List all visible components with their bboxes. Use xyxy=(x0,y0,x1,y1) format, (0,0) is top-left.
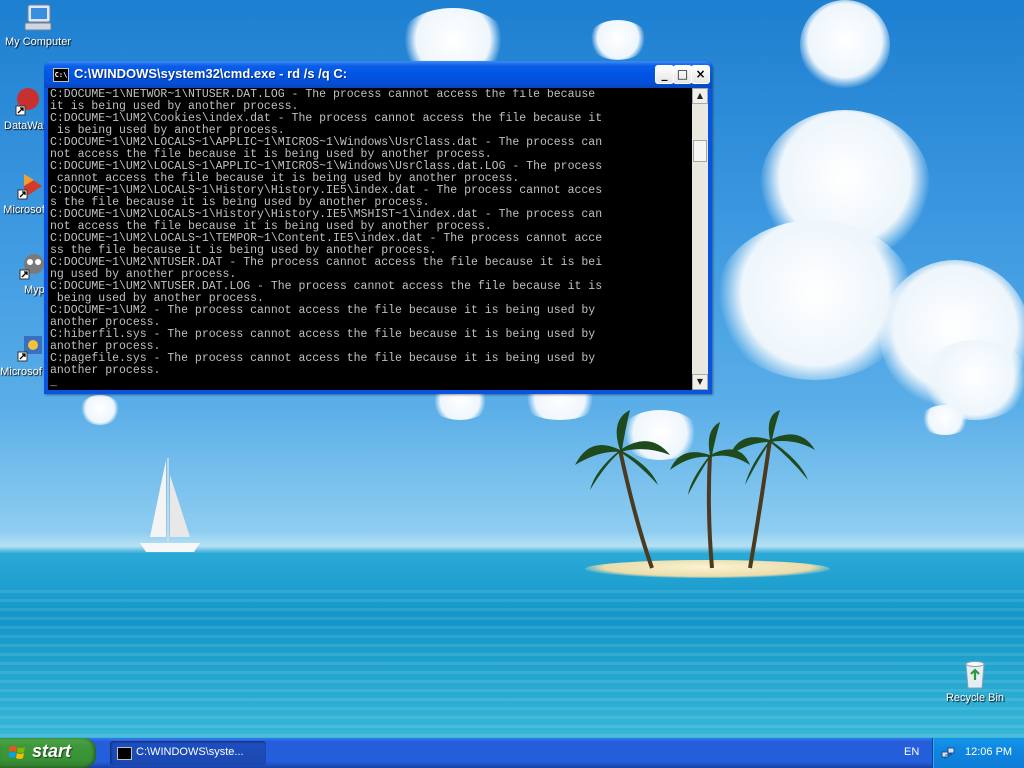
system-tray: 12:06 PM xyxy=(932,738,1024,768)
cloud xyxy=(80,395,120,425)
cloud xyxy=(920,405,970,435)
scroll-up-button[interactable]: ▲ xyxy=(692,88,708,104)
cmd-window[interactable]: C:\ C:\WINDOWS\system32\cmd.exe - rd /s … xyxy=(44,61,712,394)
window-title: C:\WINDOWS\system32\cmd.exe - rd /s /q C… xyxy=(74,66,348,81)
desktop-icon-label: Myp xyxy=(24,284,45,296)
recycle-bin-icon xyxy=(965,661,985,689)
cmd-icon: C:\ xyxy=(53,68,69,82)
network-icon[interactable] xyxy=(941,746,955,760)
windows-logo-icon xyxy=(9,746,25,759)
console-line: _ xyxy=(50,376,57,388)
scroll-down-button[interactable]: ▼ xyxy=(692,374,708,390)
cloud xyxy=(800,0,890,90)
visual-cpp-shortcut-icon xyxy=(17,174,42,200)
visual-basic-shortcut-icon xyxy=(17,336,42,362)
console-line: another process. xyxy=(50,364,161,377)
window-titlebar[interactable]: C:\ C:\WINDOWS\system32\cmd.exe - rd /s … xyxy=(44,61,712,88)
vertical-scrollbar[interactable]: ▲ ▼ xyxy=(692,88,708,390)
console-area[interactable]: C:DOCUME~1\NETWOR~1\NTUSER.DAT.LOG - The… xyxy=(48,88,708,390)
taskbar: start C:\WINDOWS\syste... EN 12:06 PM xyxy=(0,738,1024,768)
desktop: My Computer DataWa Microsof C++ Myp Micr… xyxy=(0,0,1024,738)
clock[interactable]: 12:06 PM xyxy=(965,746,1012,758)
sea-reflection xyxy=(0,590,1024,738)
language-indicator[interactable]: EN xyxy=(904,746,919,758)
recycle-bin-label: Recycle Bin xyxy=(945,692,1005,704)
desktop-icon-my-computer[interactable]: My Computer xyxy=(0,2,76,48)
taskbar-button-label: C:\WINDOWS\syste... xyxy=(136,746,244,758)
minimize-button[interactable]: _ xyxy=(655,65,674,84)
cmd-icon xyxy=(117,747,132,760)
close-button[interactable]: × xyxy=(691,65,710,84)
console-output: C:DOCUME~1\NETWOR~1\NTUSER.DAT.LOG - The… xyxy=(50,89,690,387)
start-label: start xyxy=(32,741,72,761)
desktop-icon-label: My Computer xyxy=(4,36,72,48)
cloud xyxy=(588,20,648,60)
my-computer-icon xyxy=(24,4,52,31)
sailboat-image xyxy=(140,458,200,552)
desktop-icon-recycle-bin[interactable]: Recycle Bin xyxy=(940,658,1010,704)
database-shortcut-icon xyxy=(15,88,39,116)
palm-trees-image xyxy=(575,410,815,569)
start-button[interactable]: start xyxy=(0,738,96,768)
taskbar-button-cmd[interactable]: C:\WINDOWS\syste... xyxy=(110,741,266,765)
maximize-button[interactable]: □ xyxy=(673,65,692,84)
desktop-icon-label: DataWa xyxy=(4,120,44,132)
scrollbar-thumb[interactable] xyxy=(693,140,707,162)
